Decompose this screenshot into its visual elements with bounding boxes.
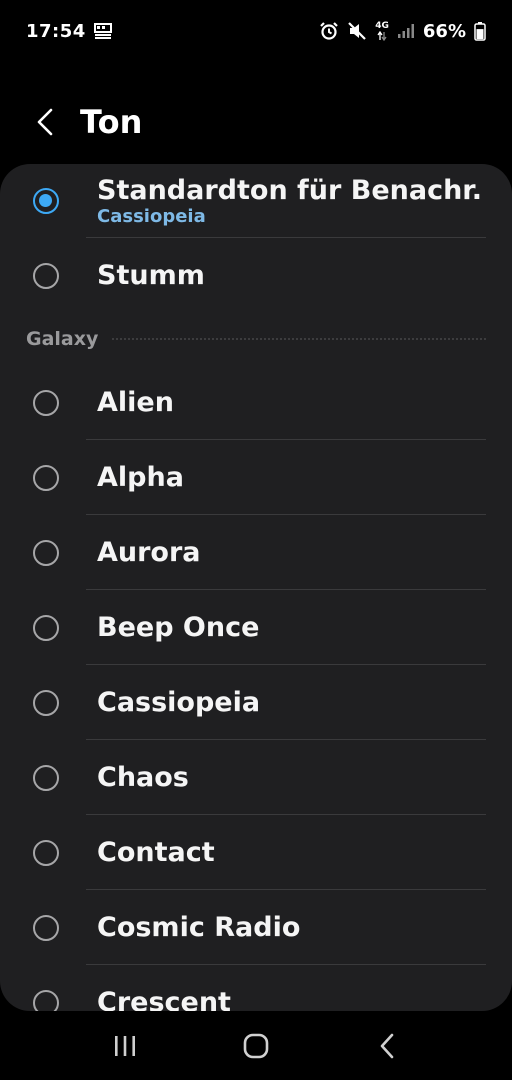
row-text: Stumm — [97, 260, 486, 291]
list-item-sound[interactable]: Alien — [0, 365, 512, 440]
list-item-sound[interactable]: Alpha — [0, 440, 512, 515]
radio-button[interactable] — [33, 262, 59, 289]
recent-apps-icon — [115, 1035, 136, 1056]
status-bar: 17:54 4G 66% — [0, 0, 512, 62]
section-label: Galaxy — [26, 328, 99, 350]
status-left: 17:54 — [26, 21, 112, 42]
navigation-bar — [0, 1011, 512, 1080]
signal-icon — [397, 23, 415, 39]
sound-list-card: Standardton für Benachr. Cassiopeia Stum… — [0, 164, 512, 1011]
header: Ton — [0, 90, 512, 154]
row-text: Contact — [97, 837, 486, 868]
radio-button[interactable] — [33, 614, 59, 641]
section-header-galaxy: Galaxy — [0, 313, 512, 365]
radio-button[interactable] — [33, 839, 59, 866]
radio-button[interactable] — [33, 464, 59, 491]
section-divider — [112, 338, 486, 340]
status-right: 4G 66% — [319, 21, 486, 42]
radio-button[interactable] — [33, 689, 59, 716]
list-item-sound[interactable]: Contact — [0, 815, 512, 890]
back-icon — [380, 1033, 393, 1058]
row-text: Alien — [97, 387, 486, 418]
sound-name: Alien — [97, 387, 174, 418]
sound-name: Beep Once — [97, 612, 260, 643]
list-item-sound[interactable]: Cosmic Radio — [0, 890, 512, 965]
battery-icon — [474, 21, 486, 41]
row-text: Aurora — [97, 537, 486, 568]
network-label: 4G — [375, 20, 389, 31]
notification-icon — [93, 23, 112, 39]
row-text: Crescent — [97, 987, 486, 1011]
sound-name: Cassiopeia — [97, 687, 261, 718]
radio-button[interactable] — [33, 914, 59, 941]
list-item-sound[interactable]: Aurora — [0, 515, 512, 590]
row-text: Cosmic Radio — [97, 912, 486, 943]
sound-name: Contact — [97, 837, 215, 868]
recent-apps-button[interactable] — [95, 1021, 155, 1071]
sound-name: Crescent — [97, 987, 231, 1011]
sound-name: Alpha — [97, 462, 184, 493]
sound-name: Chaos — [97, 762, 189, 793]
row-text: Alpha — [97, 462, 486, 493]
sound-items: Alien Alpha Aurora Beep Once Cassiopeia Chaos… — [0, 365, 512, 1011]
chevron-left-icon — [37, 108, 53, 136]
list-item-sound[interactable]: Chaos — [0, 740, 512, 815]
row-text: Chaos — [97, 762, 486, 793]
list-item-sound[interactable]: Cassiopeia — [0, 665, 512, 740]
row-text: Cassiopeia — [97, 687, 486, 718]
screen: 17:54 4G 66% Ton Standardton für Benachr… — [0, 0, 512, 1080]
radio-button[interactable] — [33, 764, 59, 791]
home-button[interactable] — [226, 1021, 286, 1071]
silent-label: Stumm — [97, 260, 205, 291]
row-text: Standardton für Benachr. Cassiopeia — [97, 175, 486, 227]
network-type: 4G — [375, 20, 389, 41]
radio-button-selected[interactable] — [33, 188, 59, 214]
sound-name: Cosmic Radio — [97, 912, 301, 943]
list-item-default-sound[interactable]: Standardton für Benachr. Cassiopeia — [0, 164, 512, 238]
list-item-sound[interactable]: Beep Once — [0, 590, 512, 665]
home-icon — [243, 1033, 269, 1058]
mute-icon — [347, 21, 367, 41]
default-sound-value: Cassiopeia — [97, 206, 206, 227]
row-text: Beep Once — [97, 612, 486, 643]
status-time: 17:54 — [26, 20, 86, 42]
back-button[interactable] — [22, 99, 68, 145]
battery-percent: 66% — [422, 20, 466, 42]
alarm-icon — [319, 21, 339, 41]
radio-button[interactable] — [33, 389, 59, 416]
nav-back-button[interactable] — [357, 1021, 417, 1071]
list-item-sound[interactable]: Crescent — [0, 965, 512, 1011]
sound-name: Aurora — [97, 537, 201, 568]
page-title: Ton — [80, 103, 143, 141]
data-arrows-icon — [377, 30, 387, 41]
radio-button[interactable] — [33, 539, 59, 566]
default-sound-label: Standardton für Benachr. — [97, 175, 483, 206]
list-item-silent[interactable]: Stumm — [0, 238, 512, 313]
radio-button[interactable] — [33, 989, 59, 1011]
